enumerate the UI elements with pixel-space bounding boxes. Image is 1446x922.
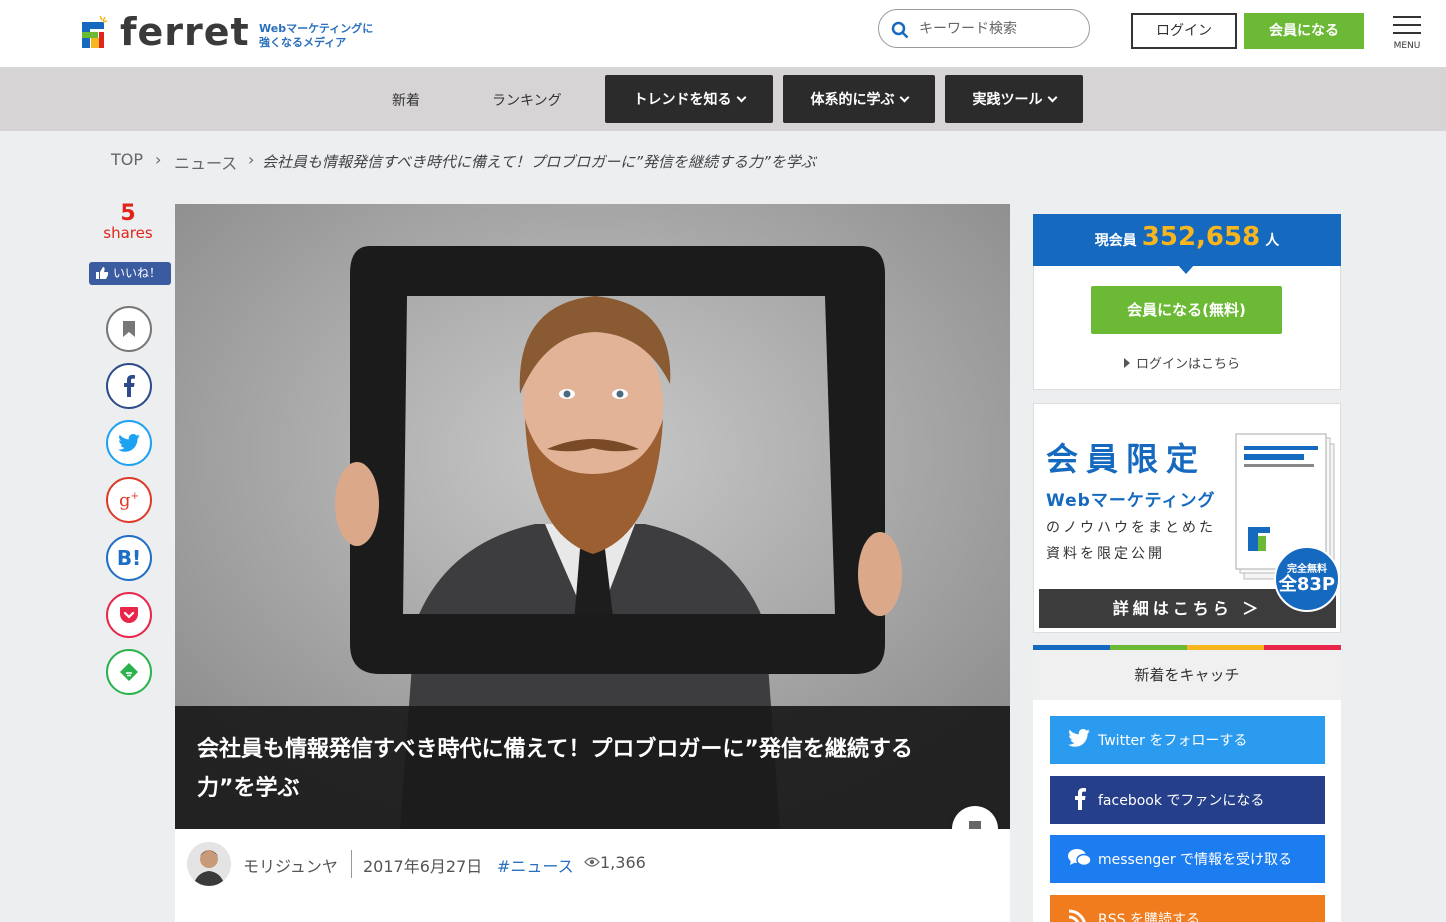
breadcrumb-top[interactable]: TOP [111,150,143,169]
share-feedly-button[interactable] [106,649,152,695]
breadcrumb-separator: › [155,150,162,169]
feedly-icon [120,663,138,681]
join-button[interactable]: 会員になる [1244,13,1364,49]
nav-ranking[interactable]: ランキング [492,90,562,110]
banner-title: 会員限定 [1046,440,1207,478]
nav-learn-dropdown[interactable]: 体系的に学ぶ [783,75,935,123]
search-box[interactable] [878,9,1090,48]
tagline-line-1: Webマーケティングに [259,22,374,35]
facebook-icon [124,375,135,397]
share-count-number: 5 [120,201,136,226]
sidebar-login-label: ログインはこちら [1136,357,1241,372]
rss-button[interactable]: RSS を購読する [1050,895,1325,922]
publish-date: 2017年6月27日 [363,857,483,876]
messenger-label: messenger で情報を受け取る [1098,852,1293,868]
twitter-icon [1068,729,1090,747]
search-input[interactable] [919,18,1079,40]
nav-tools-dropdown[interactable]: 実践ツール [945,75,1083,123]
eye-icon [584,857,600,867]
ferret-logo-text[interactable]: ferret [120,10,250,54]
share-hatena-button[interactable]: B! [106,535,152,581]
facebook-fan-label: facebook でファンになる [1098,793,1265,809]
bookmark-icon [123,321,135,337]
article-title: 会社員も情報発信すべき時代に備えて！プロブロガーに”発信を継続する力”を学ぶ [197,737,913,801]
login-button[interactable]: ログイン [1131,13,1237,49]
rss-label: RSS を購読する [1098,912,1200,922]
triangle-right-icon [1124,358,1130,368]
twitter-follow-button[interactable]: Twitter をフォローする [1050,716,1325,764]
breadcrumb-current: 会社員も情報発信すべき時代に備えて！プロブロガーに”発信を継続する力”を学ぶ [262,153,816,171]
banner-subtitle: Webマーケティング [1046,491,1216,511]
menu-label: MENU [1393,41,1421,51]
author-name[interactable]: モリジュンヤ [243,853,338,877]
nav-trend-label: トレンドを知る [633,92,732,108]
article-tag[interactable]: #ニュース [497,853,574,877]
nav-new[interactable]: 新着 [392,90,420,110]
nav-trend-dropdown[interactable]: トレンドを知る [605,75,773,123]
hatena-bookmark-icon: B! [116,546,142,570]
twitter-icon [118,434,140,452]
nav-learn-label: 体系的に学ぶ [810,92,895,108]
share-count: 5 shares [100,202,156,241]
facebook-fan-button[interactable]: facebook でファンになる [1050,776,1325,824]
share-twitter-button[interactable] [106,420,152,466]
member-count-header: 現会員 352,658 人 [1033,214,1341,266]
member-count: 352,658 [1141,222,1261,252]
chevron-down-icon [736,92,746,102]
banner-line-2: 資料を限定公開 [1046,546,1165,562]
free-join-button[interactable]: 会員になる(無料) [1091,286,1282,334]
free-badge: 完全無料 全83P [1274,546,1340,612]
thumbs-up-icon [96,267,108,279]
like-label: いいね！ [113,266,162,280]
member-header-pointer [1177,264,1195,274]
follow-panel-title: 新着をキャッチ [1033,650,1341,700]
share-count-label: shares [103,224,153,242]
breadcrumb-separator: › [248,150,255,169]
chevron-down-icon [1047,92,1057,102]
member-prefix: 現会員 [1094,233,1137,249]
nav-tools-label: 実践ツール [972,92,1043,108]
messenger-button[interactable]: messenger で情報を受け取る [1050,835,1325,883]
facebook-icon [1075,788,1086,810]
breadcrumb-news[interactable]: ニュース [174,150,237,174]
google-plus-icon: g+ [119,489,139,511]
menu-button[interactable]: MENU [1390,14,1424,54]
tagline-line-2: 強くなるメディア [259,36,347,49]
search-icon [891,21,909,39]
twitter-follow-label: Twitter をフォローする [1098,733,1248,749]
facebook-like-button[interactable]: いいね！ [89,262,171,285]
author-photo [187,842,231,886]
view-count: 1,366 [584,853,646,872]
banner-line-1: のノウハウをまとめた [1046,520,1216,536]
share-bookmark-button[interactable] [106,306,152,352]
ferret-logo-icon[interactable] [82,16,108,48]
site-tagline: Webマーケティングに 強くなるメディア [259,22,373,50]
pocket-icon [120,607,138,623]
meta-divider [351,850,352,878]
view-count-value: 1,366 [600,853,646,872]
hamburger-icon [1393,16,1421,18]
free-badge-line-2: 全83P [1278,574,1336,595]
share-google-plus-button[interactable]: g+ [106,477,152,523]
sidebar-login-link[interactable]: ログインはこちら [1124,353,1240,372]
share-pocket-button[interactable] [106,592,152,638]
share-facebook-button[interactable] [106,363,152,409]
rss-icon [1068,909,1086,922]
member-suffix: 人 [1265,233,1280,249]
chevron-down-icon [899,92,909,102]
author-avatar[interactable] [187,842,231,886]
chat-bubbles-icon [1068,849,1092,867]
free-badge-line-1: 完全無料 [1287,564,1327,575]
